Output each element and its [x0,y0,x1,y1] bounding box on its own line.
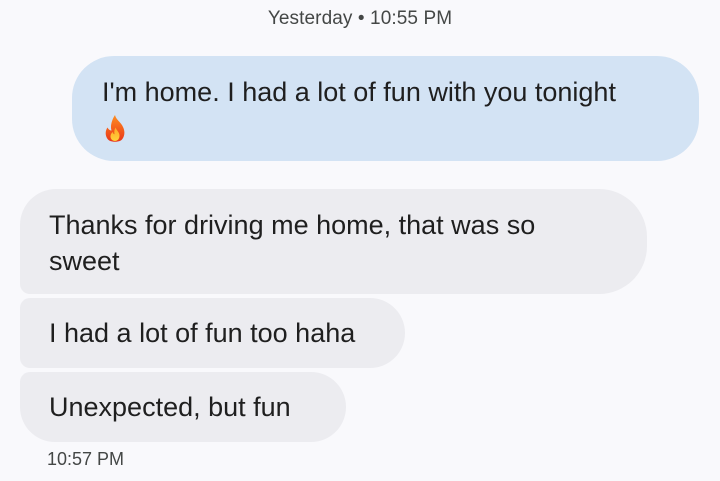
outgoing-message-bubble[interactable]: I'm home. I had a lot of fun with you to… [72,56,699,161]
message-timestamp: 10:57 PM [47,449,125,469]
conversation-timestamp: Yesterday • 10:55 PM [267,8,453,29]
incoming-message-bubble[interactable]: Unexpected, but fun [20,372,346,442]
message-text: Unexpected, but fun [49,392,291,422]
incoming-message-bubble[interactable]: I had a lot of fun too haha [20,298,405,368]
message-text: Thanks for driving me home, that was so … [49,210,536,276]
message-text: I'm home. I had a lot of fun with you to… [102,77,616,107]
incoming-message-bubble[interactable]: Thanks for driving me home, that was so … [20,189,647,294]
message-text: I had a lot of fun too haha [49,318,356,348]
fire-icon [105,115,125,142]
